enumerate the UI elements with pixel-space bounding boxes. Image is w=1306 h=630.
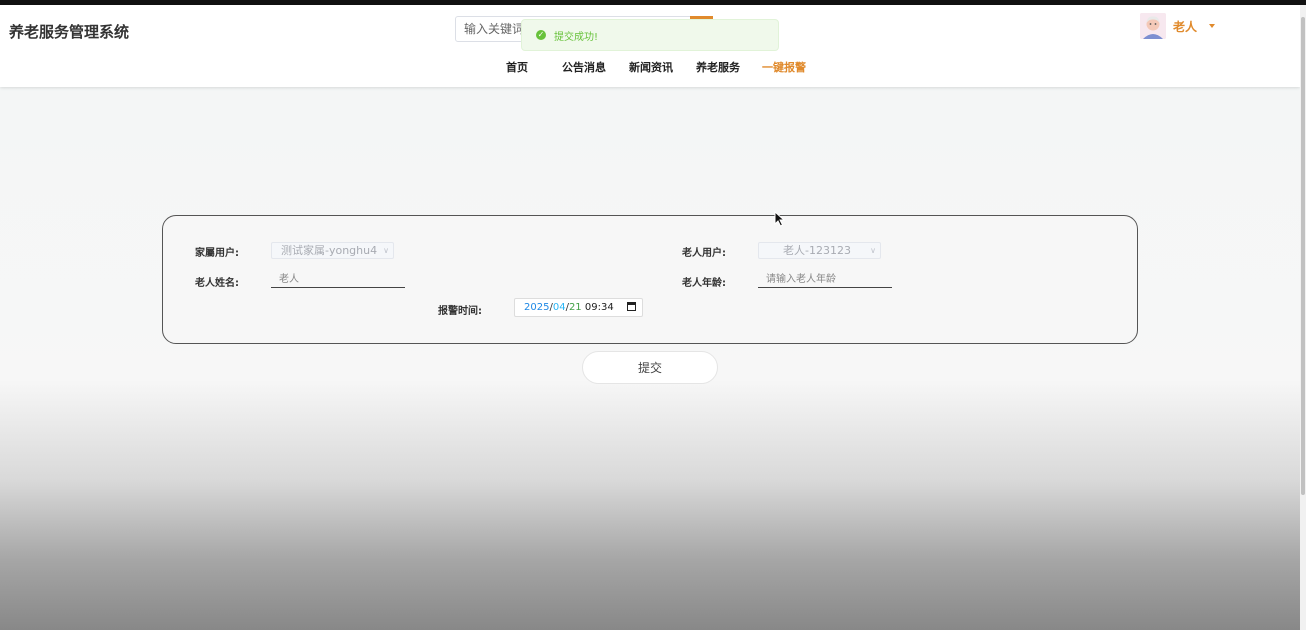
submit-button[interactable]: 提交 — [582, 351, 718, 384]
alarm-clock-time: 09:34 — [584, 302, 614, 313]
alarm-time-label: 报警时间: — [438, 306, 482, 317]
page-scrollbar[interactable] — [1300, 5, 1306, 630]
elder-user-value: 老人-123123 — [783, 244, 851, 257]
user-name: 老人 — [1173, 19, 1198, 34]
family-user-value: 测试家属-yonghu4 — [281, 244, 378, 257]
elder-age-input[interactable] — [758, 272, 892, 288]
family-user-select[interactable]: 测试家属-yonghu4 ∨ — [271, 242, 394, 259]
elder-age-label: 老人年龄: — [682, 278, 726, 289]
elder-user-select[interactable]: 老人-123123 ∨ — [758, 242, 881, 259]
calendar-icon[interactable] — [627, 302, 636, 311]
user-menu[interactable]: 老人 — [1140, 13, 1216, 39]
main-nav: 首页 公告消息 新闻资讯 养老服务 一键报警 — [0, 59, 1300, 79]
caret-down-icon[interactable] — [1209, 24, 1216, 28]
elderly-avatar-icon — [1140, 13, 1166, 39]
success-toast: ✓ 提交成功! — [521, 19, 779, 51]
family-user-label: 家屬用户: — [195, 248, 239, 259]
chevron-down-icon: ∨ — [383, 246, 389, 255]
nav-item-one-key-alarm[interactable]: 一键报警 — [762, 59, 806, 75]
elder-user-label: 老人用户: — [682, 248, 726, 259]
alarm-year: 2025 — [524, 302, 550, 313]
chevron-down-icon: ∨ — [870, 246, 876, 255]
nav-item-notices[interactable]: 公告消息 — [562, 59, 606, 75]
check-circle-icon: ✓ — [536, 30, 546, 40]
nav-item-elderly-services[interactable]: 养老服务 — [696, 59, 740, 75]
nav-item-news[interactable]: 新闻资讯 — [629, 59, 673, 75]
elder-name-label: 老人姓名: — [195, 278, 239, 289]
alarm-day: 21 — [568, 302, 582, 313]
nav-item-home[interactable]: 首页 — [506, 59, 528, 75]
scrollbar-thumb[interactable] — [1301, 17, 1305, 495]
alarm-time-input[interactable]: 2025/04/21 09:34 — [514, 298, 643, 317]
elder-name-input[interactable] — [271, 272, 405, 288]
app-title: 养老服务管理系统 — [9, 23, 130, 41]
alarm-month: 04 — [552, 302, 566, 313]
toast-message: 提交成功! — [554, 31, 599, 43]
